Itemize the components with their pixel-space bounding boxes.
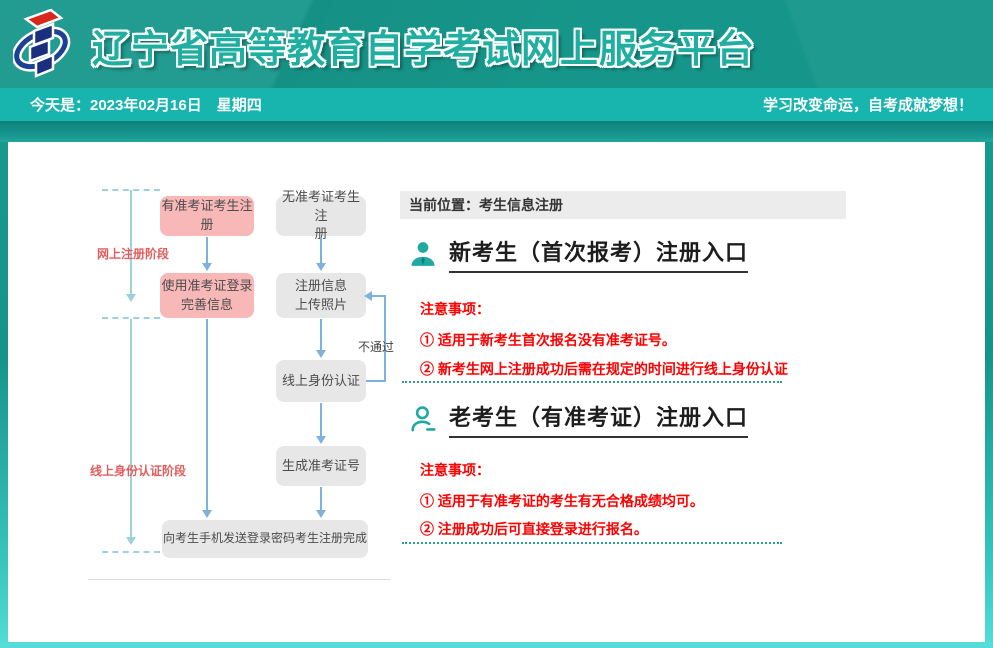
old-student-person-icon — [408, 404, 438, 434]
new-student-entry-title: 新考生（首次报考）注册入口 — [449, 235, 748, 273]
arrow-has-ticket-down — [206, 237, 208, 263]
date-bar: 今天是：2023年02月16日 星期四 学习改变命运，自考成就梦想！ — [0, 88, 993, 121]
current-date-text: 今天是：2023年02月16日 星期四 — [30, 94, 262, 115]
flowchart-bottom-divider — [88, 579, 390, 580]
site-logo-icon — [13, 7, 71, 81]
site-header: 辽宁省高等教育自学考试网上服务平台 — [0, 0, 993, 88]
registration-flowchart: 网上注册阶段 线上身份认证阶段 有准考证考生注 册 无准考证考生注 册 使用准考… — [8, 142, 408, 602]
notice-item-2-2: ② 注册成功后可直接登录进行报名。 — [420, 519, 648, 539]
header-divider-strip — [0, 121, 993, 142]
feedback-arrowhead — [364, 291, 372, 301]
slogan-text: 学习改变命运，自考成就梦想！ — [763, 94, 973, 115]
phase-divider-dash-bottom — [102, 551, 160, 553]
site-title: 辽宁省高等教育自学考试网上服务平台 — [92, 18, 755, 73]
arrow-number-down — [320, 487, 322, 510]
main-content: 网上注册阶段 线上身份认证阶段 有准考证考生注 册 无准考证考生注 册 使用准考… — [8, 142, 985, 642]
phase2-axis-arrow — [130, 319, 132, 537]
phase1-label: 网上注册阶段 — [97, 245, 169, 262]
notice-label-1: 注意事项： — [420, 299, 490, 319]
page-bottom-bar — [0, 642, 993, 648]
section-separator-2 — [402, 542, 782, 544]
flow-box-login-complete: 使用准考证登录 完善信息 — [160, 273, 254, 318]
new-student-entry-link[interactable]: 新考生（首次报考）注册入口 — [408, 235, 748, 273]
old-student-entry-link[interactable]: 老考生（有准考证）注册入口 — [408, 400, 748, 438]
flow-box-generate-number: 生成准考证号 — [276, 446, 366, 486]
feedback-line-bottom — [366, 380, 386, 382]
arrow-verify-down — [320, 403, 322, 436]
flow-box-has-ticket: 有准考证考生注 册 — [160, 196, 254, 236]
notice-item-1-2: ② 新考生网上注册成功后需在规定的时间进行线上身份认证 — [420, 359, 788, 379]
notice-item-2-1: ① 适用于有准考证的考生有无合格成绩均可。 — [420, 491, 704, 511]
phase2-label: 线上身份认证阶段 — [90, 462, 186, 479]
breadcrumb: 当前位置：考生信息注册 — [400, 191, 846, 219]
flow-box-finish: 向考生手机发送登录密码考生注册完成 — [162, 520, 368, 558]
arrow-upload-down — [320, 319, 322, 350]
arrow-login-down — [206, 319, 208, 510]
flow-box-no-ticket: 无准考证考生注 册 — [276, 196, 366, 236]
flow-box-identity-verify: 线上身份认证 — [276, 360, 366, 402]
flow-box-register-upload: 注册信息 上传照片 — [276, 273, 366, 318]
page: 辽宁省高等教育自学考试网上服务平台 今天是：2023年02月16日 星期四 学习… — [0, 0, 993, 648]
arrow-no-ticket-down — [320, 237, 322, 263]
fail-label: 不通过 — [358, 338, 394, 355]
section-separator-1 — [402, 381, 782, 383]
old-student-entry-title: 老考生（有准考证）注册入口 — [449, 400, 748, 438]
phase1-axis-arrow — [130, 190, 132, 294]
feedback-line-top — [372, 295, 386, 297]
notice-item-1-1: ① 适用于新考生首次报名没有准考证号。 — [420, 330, 676, 350]
notice-label-2: 注意事项： — [420, 460, 490, 480]
new-student-person-icon — [408, 239, 438, 269]
